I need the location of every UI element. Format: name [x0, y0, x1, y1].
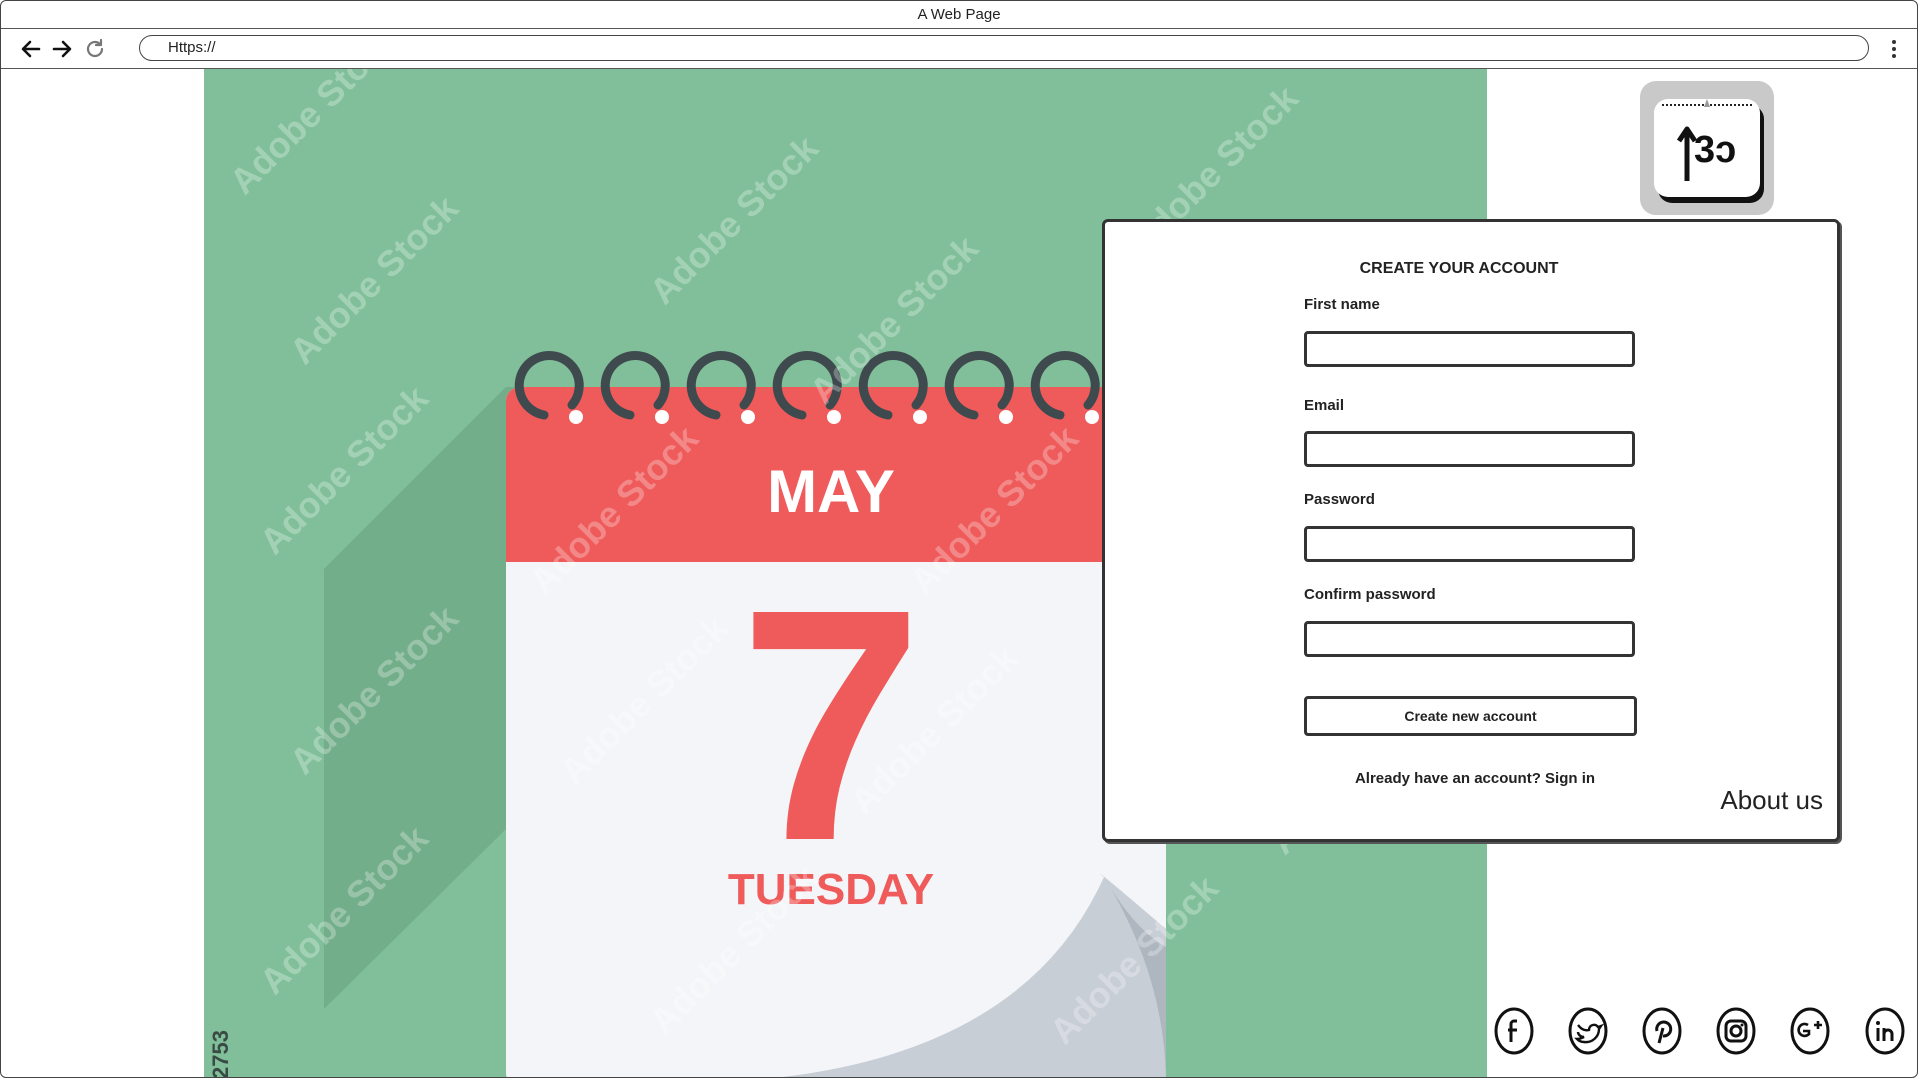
calendar-month: MAY: [767, 458, 895, 525]
reload-icon[interactable]: [83, 37, 107, 61]
calendar-day: 7: [739, 540, 923, 909]
logo-tile: 3ɔ: [1654, 99, 1760, 197]
facebook-icon[interactable]: [1494, 1007, 1534, 1055]
form-title: CREATE YOUR ACCOUNT: [1359, 260, 1559, 277]
stock-id-text: 2753: [208, 1030, 233, 1078]
password-field[interactable]: [1304, 526, 1635, 562]
confirm-password-field[interactable]: [1304, 621, 1635, 657]
browser-window: A Web Page Https:// MAY TUESDAY 7 Adobe …: [0, 0, 1918, 1078]
app-logo[interactable]: 3ɔ: [1640, 81, 1774, 215]
about-us-link[interactable]: About us: [1720, 785, 1823, 816]
create-account-button[interactable]: Create new account: [1304, 696, 1637, 736]
logo-text: 3ɔ: [1694, 129, 1737, 171]
browser-menu-icon[interactable]: [1889, 37, 1899, 61]
google-plus-icon[interactable]: [1790, 1007, 1830, 1055]
first-name-field[interactable]: [1304, 331, 1635, 367]
first-name-label: First name: [1304, 296, 1380, 313]
pinterest-icon[interactable]: [1642, 1007, 1682, 1055]
back-arrow-icon[interactable]: [19, 37, 43, 61]
email-label: Email: [1304, 397, 1345, 414]
forward-arrow-icon[interactable]: [50, 37, 74, 61]
twitter-icon[interactable]: [1568, 1007, 1608, 1055]
confirm-password-label: Confirm password: [1304, 586, 1436, 603]
signup-form-card: CREATE YOUR ACCOUNT First name Email Pas…: [1102, 219, 1840, 842]
browser-toolbar: Https://: [1, 29, 1917, 69]
address-bar[interactable]: Https://: [139, 35, 1869, 61]
linkedin-icon[interactable]: [1865, 1007, 1905, 1055]
window-title: A Web Page: [1, 1, 1917, 29]
email-field[interactable]: [1304, 431, 1635, 467]
instagram-icon[interactable]: [1716, 1007, 1756, 1055]
password-label: Password: [1304, 491, 1375, 508]
